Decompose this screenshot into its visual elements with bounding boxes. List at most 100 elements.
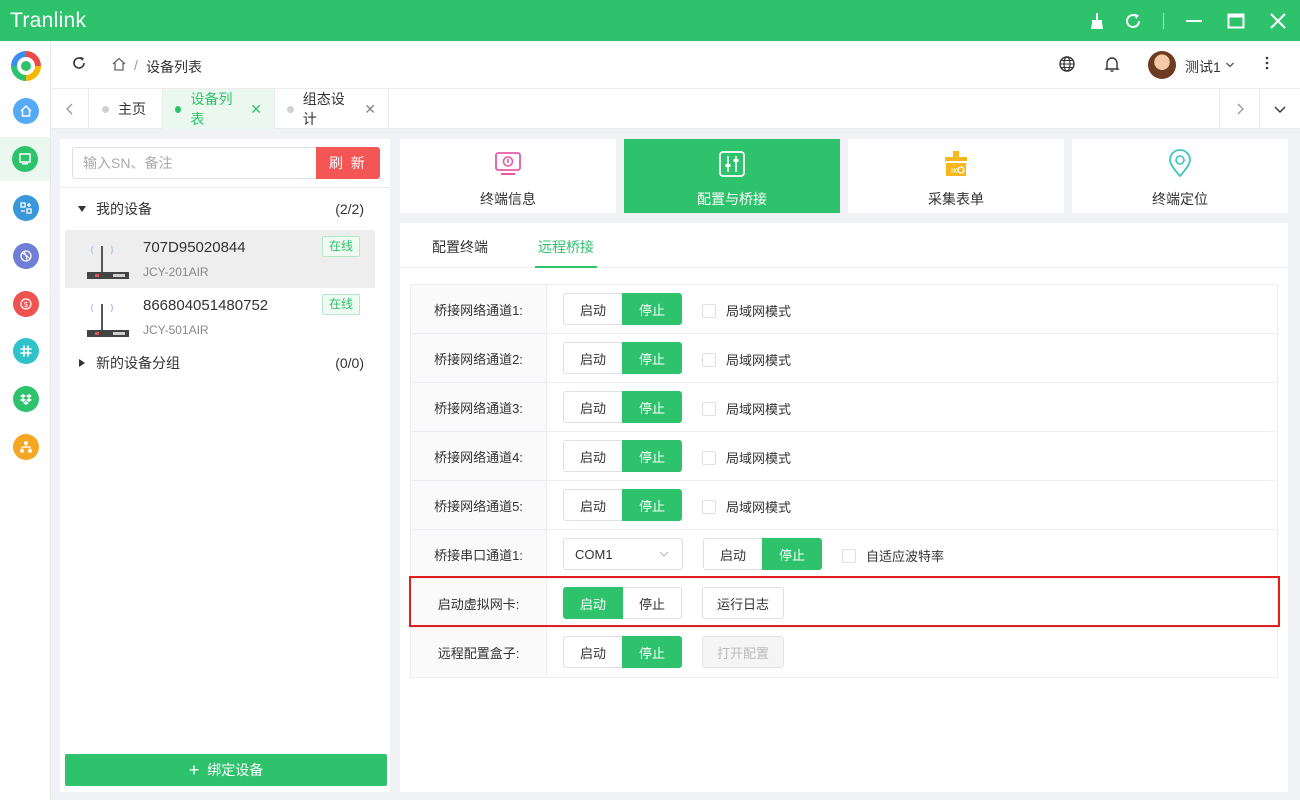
bell-icon[interactable] (1103, 55, 1121, 76)
plus-icon: + (188, 760, 200, 780)
table-row: 桥接网络通道3: 启动 停止 局域网模式 (411, 383, 1277, 432)
chevron-down-icon[interactable] (1225, 57, 1235, 73)
config-panel: 配置终端 远程桥接 桥接网络通道1: 启动 停止 局域网模式 桥接网络通道2: 启… (400, 223, 1288, 792)
table-row: 启动虚拟网卡: 启动 停止 运行日志 (411, 579, 1277, 628)
stop-button[interactable]: 停止 (622, 636, 682, 668)
app-title: Tranlink (10, 8, 87, 32)
sitemap-icon[interactable] (13, 434, 39, 460)
close-tab-icon[interactable]: ✕ (364, 101, 376, 118)
stop-button[interactable]: 停止 (622, 489, 682, 521)
broom-icon[interactable] (1079, 0, 1115, 41)
start-button[interactable]: 启动 (703, 538, 763, 570)
more-vertical-icon[interactable] (1259, 55, 1275, 74)
router-icon (87, 303, 129, 337)
globe-icon[interactable] (1058, 55, 1076, 76)
stop-button[interactable]: 停止 (622, 587, 682, 619)
minimize-icon[interactable] (1176, 0, 1212, 41)
status-badge: 在线 (322, 294, 361, 315)
device-model: JCY-201AIR (143, 265, 209, 279)
open-config-button: 打开配置 (702, 636, 785, 668)
lan-mode-checkbox[interactable]: 局域网模式 (702, 399, 791, 418)
start-button[interactable]: 启动 (563, 440, 623, 472)
dollar-icon[interactable]: $ (13, 291, 39, 317)
close-tab-icon[interactable]: ✕ (250, 101, 262, 118)
breadcrumb-current: 设备列表 (146, 59, 202, 75)
home-icon[interactable] (13, 98, 39, 124)
tab-remote-bridge[interactable]: 远程桥接 (535, 237, 597, 268)
stop-button[interactable]: 停止 (622, 293, 682, 325)
start-button[interactable]: 启动 (563, 489, 623, 521)
lan-mode-checkbox[interactable]: 局域网模式 (702, 350, 791, 369)
lan-mode-checkbox[interactable]: 局域网模式 (702, 301, 791, 320)
adaptive-baud-checkbox[interactable]: 自适应波特率 (842, 546, 944, 565)
caret-down-icon (78, 206, 86, 212)
start-button[interactable]: 启动 (563, 293, 623, 325)
close-icon[interactable] (1260, 0, 1296, 41)
refresh-icon[interactable] (1115, 0, 1151, 41)
caret-right-icon (79, 359, 85, 367)
stop-button[interactable]: 停止 (762, 538, 822, 570)
device-item[interactable]: 866804051480752 JCY-501AIR 在线 (65, 288, 375, 346)
svg-text:IK: IK (951, 167, 958, 175)
sub-tab-bar: 配置终端 远程桥接 (400, 223, 1288, 268)
device-sn: 866804051480752 (143, 297, 269, 314)
terminal-info-icon (495, 152, 521, 175)
dropbox-icon[interactable] (13, 386, 39, 412)
device-item[interactable]: 707D95020844 JCY-201AIR 在线 (65, 230, 375, 288)
svg-text:$: $ (23, 300, 28, 309)
table-row: 桥接网络通道2: 启动 停止 局域网模式 (411, 334, 1277, 383)
reload-icon[interactable] (71, 55, 87, 74)
monitor-icon[interactable] (0, 137, 50, 181)
tab-bar: 主页 设备列表 ✕ 组态设计 ✕ (51, 89, 1300, 129)
lan-mode-checkbox[interactable]: 局域网模式 (702, 448, 791, 467)
breadcrumb-separator: / (134, 57, 138, 73)
user-name[interactable]: 测试1 (1185, 57, 1221, 77)
device-group-new[interactable]: 新的设备分组 (0/0) (60, 342, 390, 384)
lan-mode-checkbox[interactable]: 局域网模式 (702, 497, 791, 516)
collection-form-icon: IK (945, 151, 967, 176)
tabs-next-button[interactable] (1219, 89, 1259, 129)
tabs-dropdown-button[interactable] (1259, 89, 1300, 129)
router-icon (87, 245, 129, 279)
card-terminal-info[interactable]: 终端信息 (400, 139, 616, 213)
tab-home[interactable]: 主页 (90, 89, 163, 129)
bridge-settings-table: 桥接网络通道1: 启动 停止 局域网模式 桥接网络通道2: 启动 停止 局域网模式 … (410, 284, 1278, 678)
avatar[interactable] (1148, 51, 1176, 79)
stop-button[interactable]: 停止 (622, 391, 682, 423)
start-button[interactable]: 启动 (563, 587, 623, 619)
tab-config-terminal[interactable]: 配置终端 (432, 237, 488, 268)
table-row: 桥接串口通道1: COM1 启动 停止 自适应波特率 (411, 530, 1277, 579)
bind-device-button[interactable]: + 绑定设备 (65, 754, 387, 786)
start-button[interactable]: 启动 (563, 342, 623, 374)
status-badge: 在线 (322, 236, 361, 257)
sliders-icon (719, 151, 745, 177)
com-port-select[interactable]: COM1 (563, 538, 683, 570)
device-sn: 707D95020844 (143, 239, 246, 256)
start-button[interactable]: 启动 (563, 391, 623, 423)
table-row: 远程配置盒子: 启动 停止 打开配置 (411, 628, 1277, 677)
stop-button[interactable]: 停止 (622, 342, 682, 374)
card-config-bridge[interactable]: 配置与桥接 (624, 139, 840, 213)
tab-device-list[interactable]: 设备列表 ✕ (163, 89, 275, 129)
card-collection-form[interactable]: IK 采集表单 (848, 139, 1064, 213)
card-terminal-location[interactable]: 终端定位 (1072, 139, 1288, 213)
table-row: 桥接网络通道1: 启动 停止 局域网模式 (411, 285, 1277, 334)
run-log-button[interactable]: 运行日志 (702, 587, 785, 619)
breadcrumb-home-icon[interactable] (111, 56, 127, 75)
device-panel: 刷 新 我的设备 (2/2) 707D95020844 JCY-201AIR 在… (60, 139, 390, 792)
maximize-icon[interactable] (1218, 0, 1254, 41)
device-model: JCY-501AIR (143, 323, 209, 337)
start-button[interactable]: 启动 (563, 636, 623, 668)
app-grid-icon[interactable] (13, 195, 39, 221)
chevron-down-icon (659, 551, 669, 557)
dribbble-icon[interactable] (13, 243, 39, 269)
device-group-mine[interactable]: 我的设备 (2/2) (60, 188, 390, 230)
app-logo (11, 51, 41, 81)
side-rail: $ (0, 41, 51, 800)
tabs-prev-button[interactable] (51, 89, 89, 129)
refresh-button[interactable]: 刷 新 (316, 147, 380, 179)
stop-button[interactable]: 停止 (622, 440, 682, 472)
slack-icon[interactable] (13, 338, 39, 364)
device-search-input[interactable] (72, 147, 317, 179)
tab-scada-design[interactable]: 组态设计 ✕ (275, 89, 389, 129)
